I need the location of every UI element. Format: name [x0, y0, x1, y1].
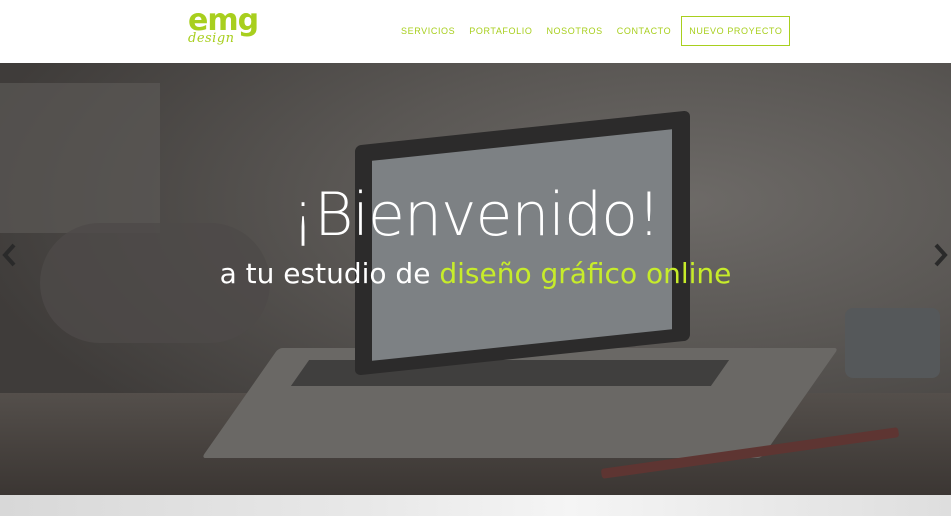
nav-item-nosotros[interactable]: NOSOTROS — [546, 26, 602, 36]
nav-item-portafolio[interactable]: PORTAFOLIO — [469, 26, 532, 36]
site-header: emg design SERVICIOS PORTAFOLIO NOSOTROS… — [0, 0, 951, 63]
next-section-edge — [0, 495, 951, 516]
nav-item-contacto[interactable]: CONTACTO — [617, 26, 671, 36]
new-project-button[interactable]: NUEVO PROYECTO — [681, 16, 791, 46]
main-nav: SERVICIOS PORTAFOLIO NOSOTROS CONTACTO N… — [394, 16, 791, 46]
slider-next-button[interactable] — [932, 243, 948, 267]
logo-tagline: design — [188, 31, 235, 46]
background-camera — [845, 308, 940, 378]
slider-prev-button[interactable] — [2, 243, 18, 267]
chevron-left-icon — [2, 243, 16, 267]
chevron-right-icon — [934, 243, 948, 267]
logo[interactable]: emg design — [188, 3, 259, 52]
hero-subtitle-highlight: diseño gráfico online — [439, 257, 732, 290]
nav-item-servicios[interactable]: SERVICIOS — [401, 26, 455, 36]
hero-subtitle-text: a tu estudio de — [219, 257, 440, 290]
hero-title: ¡Bienvenido! — [291, 180, 661, 250]
hero-slider: ¡Bienvenido! a tu estudio de diseño gráf… — [0, 63, 951, 495]
hero-subtitle: a tu estudio de diseño gráfico online — [0, 256, 951, 292]
